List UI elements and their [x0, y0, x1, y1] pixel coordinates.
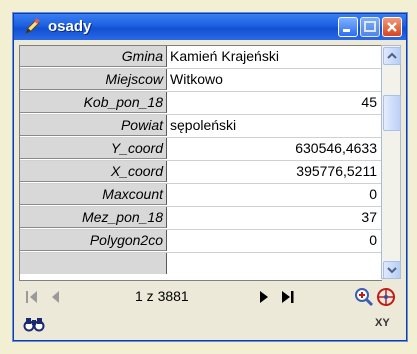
minimize-button[interactable] [338, 17, 358, 37]
next-record-button[interactable] [253, 286, 275, 308]
record-navigation: 1 z 3881 [19, 286, 401, 308]
field-value[interactable]: 395776,5211 [170, 161, 377, 182]
table-row[interactable]: Y_coord 630546,4633 [20, 138, 382, 161]
table-row[interactable]: Powiat sępoleński [20, 115, 382, 138]
field-name: Y_coord [20, 138, 167, 159]
find-button[interactable] [23, 313, 45, 335]
table-row[interactable]: Gmina Kamień Krajeński [20, 46, 382, 69]
scroll-down-button[interactable] [383, 261, 401, 279]
first-record-icon [26, 291, 37, 303]
window-title: osady [48, 18, 92, 35]
last-record-button[interactable] [277, 286, 299, 308]
field-name: X_coord [20, 161, 167, 182]
scroll-up-button[interactable] [383, 47, 401, 65]
field-name: Powiat [20, 115, 167, 136]
field-value[interactable]: 45 [170, 92, 377, 113]
field-value[interactable]: 630546,4633 [170, 138, 377, 159]
field-name: Mez_pon_18 [20, 207, 167, 228]
record-indicator: 1 z 3881 [135, 288, 189, 304]
table-row[interactable]: X_coord 395776,5211 [20, 161, 382, 184]
field-value[interactable]: 0 [170, 230, 377, 251]
title-bar[interactable]: osady [14, 14, 406, 40]
field-name: Maxcount [20, 184, 167, 205]
attribute-table: Gmina Kamień Krajeński Miejscow Witkowo … [19, 45, 382, 281]
previous-record-icon [52, 291, 59, 303]
close-button[interactable] [382, 17, 402, 37]
zoom-to-button[interactable] [353, 286, 375, 308]
first-record-button[interactable] [21, 286, 43, 308]
field-name: Polygon2co [20, 230, 167, 251]
field-value[interactable]: Witkowo [170, 69, 377, 90]
field-value[interactable]: sępoleński [170, 115, 377, 136]
next-record-icon [260, 291, 268, 303]
field-value[interactable]: 37 [170, 207, 377, 228]
maximize-button[interactable] [360, 17, 380, 37]
field-name: Gmina [20, 46, 167, 67]
table-row[interactable]: Mez_pon_18 37 [20, 207, 382, 230]
maximize-icon [364, 21, 376, 32]
table-row[interactable]: Kob_pon_18 45 [20, 92, 382, 115]
xy-coordinates-button[interactable]: XY [375, 317, 390, 329]
field-value[interactable]: 0 [170, 184, 377, 205]
attribute-window: osady Gmina Kamień Krajeński Miejscow Wi… [13, 13, 407, 341]
close-icon [387, 22, 397, 32]
table-row-partial [20, 253, 382, 275]
chevron-down-icon [387, 267, 397, 274]
previous-record-button[interactable] [45, 286, 67, 308]
pan-to-button[interactable] [375, 286, 397, 308]
last-record-icon [282, 291, 294, 303]
minimize-icon [343, 29, 350, 32]
field-name: Kob_pon_18 [20, 92, 167, 113]
table-row[interactable]: Polygon2co 0 [20, 230, 382, 253]
binoculars-icon [23, 318, 45, 332]
chevron-up-icon [387, 52, 397, 59]
pan-to-icon [377, 288, 395, 306]
zoom-to-icon [355, 288, 374, 307]
table-row[interactable]: Maxcount 0 [20, 184, 382, 207]
vertical-scrollbar[interactable] [381, 45, 401, 279]
table-row[interactable]: Miejscow Witkowo [20, 69, 382, 92]
field-name: Miejscow [20, 69, 167, 90]
field-name [20, 253, 167, 274]
field-value[interactable]: Kamień Krajeński [170, 46, 377, 67]
pencil-icon [22, 17, 42, 37]
bottom-toolbar: XY [19, 313, 401, 335]
scroll-thumb[interactable] [383, 95, 401, 131]
